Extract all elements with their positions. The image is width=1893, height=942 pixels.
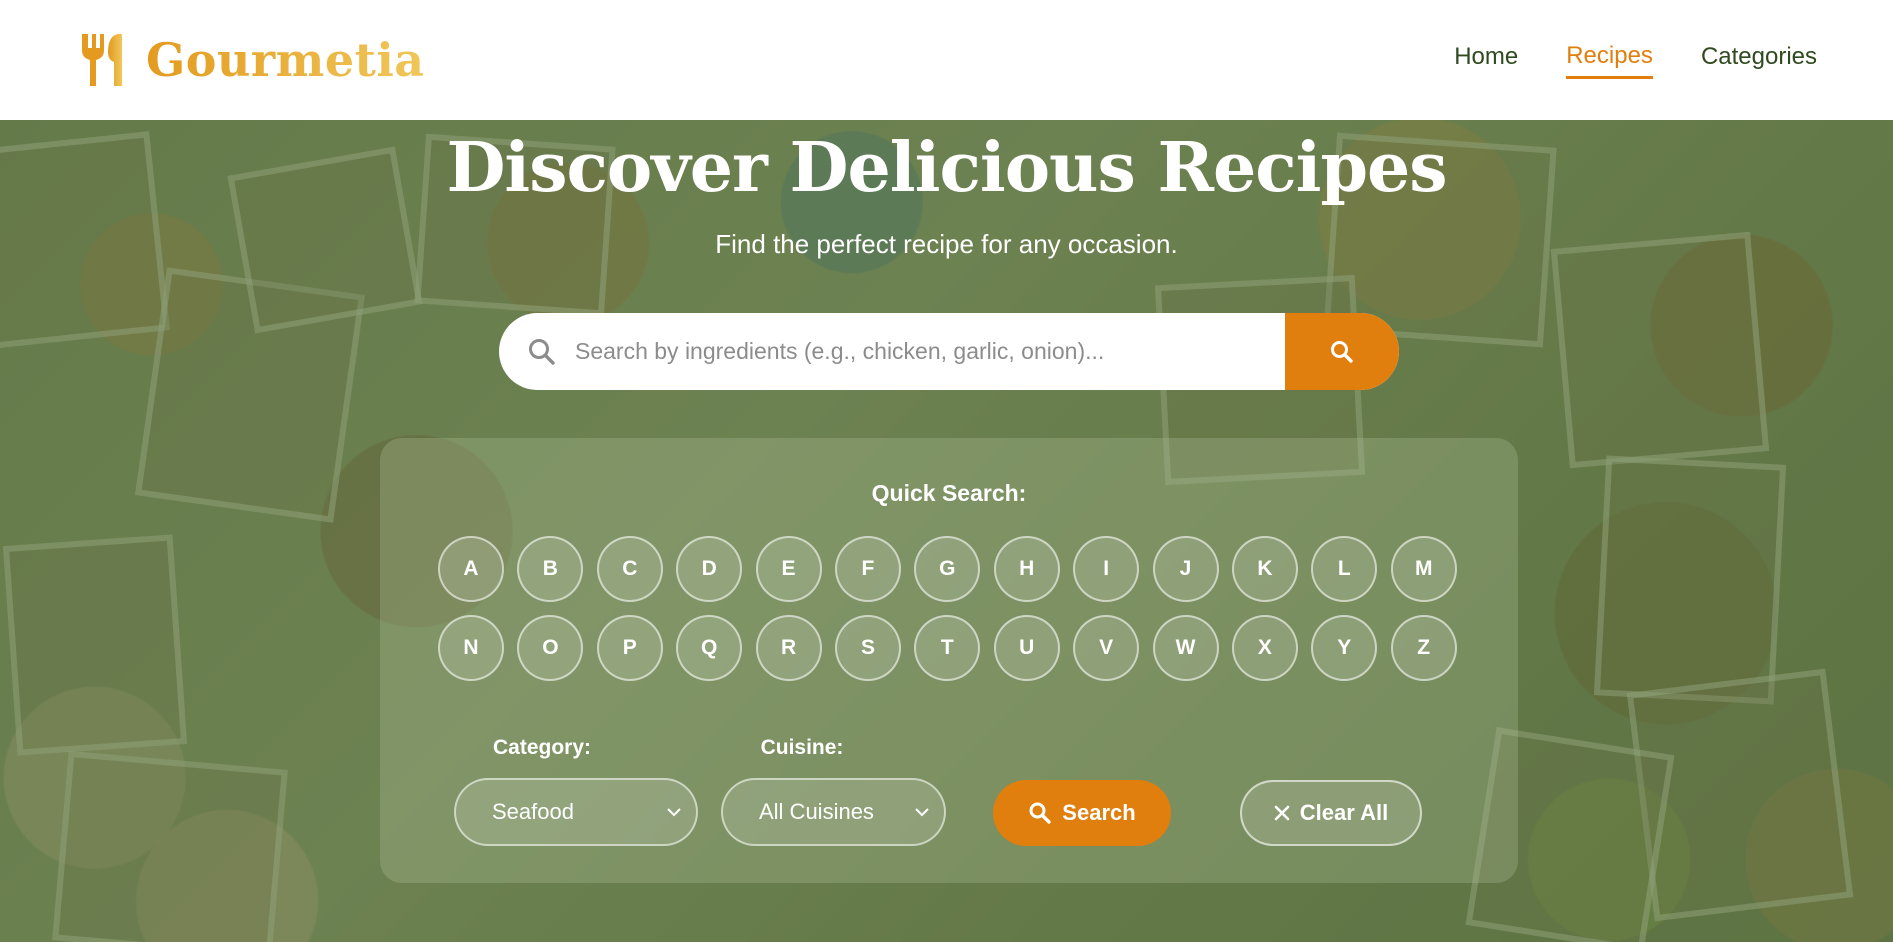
category-selected-value: Seafood: [492, 799, 574, 824]
ingredient-search-input[interactable]: [557, 313, 1285, 390]
brand-logo[interactable]: Gourmetia: [78, 32, 425, 88]
letter-button-d[interactable]: D: [676, 536, 743, 602]
letter-button-r[interactable]: R: [755, 615, 822, 681]
letter-button-q[interactable]: Q: [676, 615, 743, 681]
hero-title: Discover Delicious Recipes: [446, 128, 1447, 208]
main-nav: Home Recipes Categories: [1454, 42, 1817, 79]
cuisine-selected-value: All Cuisines: [759, 799, 874, 824]
letter-button-p[interactable]: P: [596, 615, 663, 681]
brand-name: Gourmetia: [146, 33, 425, 87]
chevron-down-icon: [915, 808, 929, 817]
chevron-down-icon: [667, 808, 681, 817]
cuisine-select[interactable]: All Cuisines: [721, 778, 946, 846]
nav-categories[interactable]: Categories: [1701, 43, 1817, 77]
ingredient-search-bar: [499, 313, 1399, 390]
letter-button-z[interactable]: Z: [1390, 615, 1457, 681]
letter-button-s[interactable]: S: [834, 615, 901, 681]
letter-button-m[interactable]: M: [1390, 536, 1457, 602]
letter-button-a[interactable]: A: [438, 536, 504, 602]
search-icon: [529, 338, 555, 365]
letter-button-c[interactable]: C: [596, 536, 663, 602]
letter-button-i[interactable]: I: [1073, 536, 1140, 602]
filter-search-label: Search: [1062, 800, 1136, 825]
letter-button-h[interactable]: H: [993, 536, 1060, 602]
search-icon: [1331, 340, 1353, 363]
letter-button-l[interactable]: L: [1311, 536, 1378, 602]
search-submit-button[interactable]: [1285, 313, 1399, 390]
letter-button-x[interactable]: X: [1231, 615, 1298, 681]
letter-button-v[interactable]: V: [1073, 615, 1140, 681]
letter-button-n[interactable]: N: [438, 615, 504, 681]
letter-button-g[interactable]: G: [914, 536, 981, 602]
site-header: Gourmetia Home Recipes Categories: [0, 0, 1893, 120]
clear-all-label: Clear All: [1299, 800, 1389, 825]
clear-all-button[interactable]: Clear All: [1240, 780, 1422, 846]
letter-button-k[interactable]: K: [1231, 536, 1298, 602]
nav-recipes[interactable]: Recipes: [1566, 42, 1653, 79]
close-icon: [1274, 805, 1290, 821]
fork-spoon-icon: [82, 34, 122, 86]
letter-button-f[interactable]: F: [834, 536, 901, 602]
hero-subtitle: Find the perfect recipe for any occasion…: [715, 229, 1178, 259]
letter-button-y[interactable]: Y: [1311, 615, 1378, 681]
cuisine-label: Cuisine:: [760, 736, 844, 759]
letter-button-j[interactable]: J: [1152, 536, 1219, 602]
letter-button-o[interactable]: O: [517, 615, 584, 681]
quick-search-panel: Quick Search: ABCDEFGHIJKLM NOPQRSTUVWXYZ…: [380, 438, 1518, 883]
quick-search-title: Quick Search:: [871, 480, 1027, 506]
letter-button-u[interactable]: U: [993, 615, 1060, 681]
nav-home[interactable]: Home: [1454, 43, 1518, 77]
letter-button-b[interactable]: B: [517, 536, 584, 602]
category-label: Category:: [492, 736, 592, 759]
letter-grid: ABCDEFGHIJKLM NOPQRSTUVWXYZ: [438, 536, 1464, 681]
category-select[interactable]: Seafood: [454, 778, 698, 846]
letter-button-t[interactable]: T: [914, 615, 981, 681]
filter-search-button[interactable]: Search: [993, 780, 1171, 846]
letter-button-e[interactable]: E: [755, 536, 822, 602]
search-icon: [1029, 802, 1051, 824]
letter-button-w[interactable]: W: [1152, 615, 1219, 681]
